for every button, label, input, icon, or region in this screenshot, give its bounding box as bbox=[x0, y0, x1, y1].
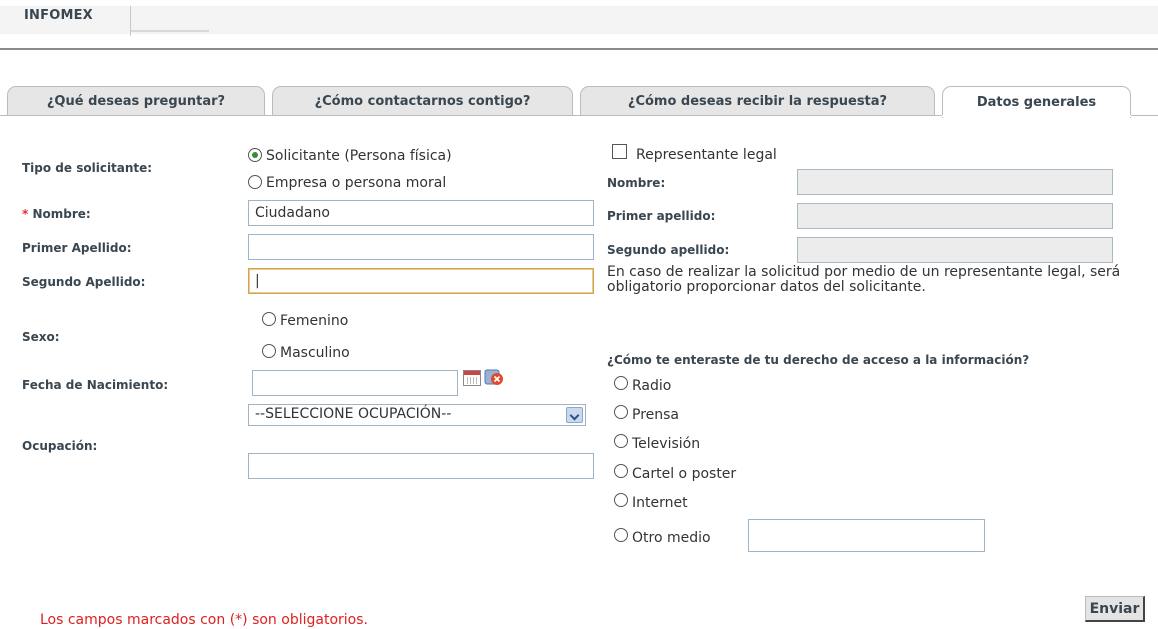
rep-nombre-input bbox=[797, 169, 1113, 195]
representante-legal-checkbox[interactable] bbox=[612, 144, 627, 159]
nombre-input[interactable] bbox=[248, 200, 594, 226]
rep-segundo-apellido-input bbox=[797, 237, 1113, 263]
tab-como-contactarnos[interactable]: ¿Cómo contactarnos contigo? bbox=[272, 86, 573, 116]
enteraste-question: ¿Cómo te enteraste de tu derecho de acce… bbox=[607, 353, 1030, 367]
tipo-persona-fisica-label: Solicitante (Persona física) bbox=[266, 148, 452, 164]
rep-primer-apellido-input bbox=[797, 203, 1113, 229]
ocupacion-select[interactable]: --SELECCIONE OCUPACIÓN-- bbox=[248, 404, 586, 426]
nombre-label: * Nombre: bbox=[22, 207, 91, 221]
segundo-apellido-input[interactable] bbox=[248, 268, 594, 294]
tipo-persona-moral-label: Empresa o persona moral bbox=[266, 175, 447, 191]
enteraste-otro-input[interactable] bbox=[748, 519, 985, 552]
tipo-persona-fisica-radio[interactable] bbox=[248, 148, 262, 162]
ocupacion-label: Ocupación: bbox=[22, 439, 98, 453]
rep-primer-apellido-label: Primer apellido: bbox=[607, 209, 716, 223]
tipo-solicitante-label: Tipo de solicitante: bbox=[22, 161, 153, 175]
app-title: INFOMEX bbox=[24, 8, 93, 23]
rep-segundo-apellido-label: Segundo apellido: bbox=[607, 243, 730, 257]
enteraste-otro-label: Otro medio bbox=[632, 530, 711, 546]
fecha-nacimiento-label: Fecha de Nacimiento: bbox=[22, 378, 169, 392]
segundo-apellido-label: Segundo Apellido: bbox=[22, 275, 146, 289]
rep-nombre-label: Nombre: bbox=[607, 176, 666, 190]
enteraste-otro-radio[interactable] bbox=[614, 528, 628, 542]
enteraste-cartel-radio[interactable] bbox=[614, 464, 628, 478]
enteraste-radio-label: Radio bbox=[632, 378, 672, 394]
sexo-masculino-label: Masculino bbox=[280, 345, 350, 361]
required-fields-note: Los campos marcados con (*) son obligato… bbox=[40, 612, 368, 628]
sexo-masculino-radio[interactable] bbox=[262, 344, 276, 358]
tab-active-gap bbox=[942, 115, 1131, 117]
enteraste-internet-radio[interactable] bbox=[614, 493, 628, 507]
sexo-femenino-label: Femenino bbox=[280, 313, 349, 329]
tab-como-recibir-respuesta[interactable]: ¿Cómo deseas recibir la respuesta? bbox=[580, 86, 935, 116]
enteraste-internet-label: Internet bbox=[632, 495, 688, 511]
enviar-button[interactable]: Enviar bbox=[1085, 596, 1145, 622]
enteraste-prensa-label: Prensa bbox=[632, 407, 680, 423]
enteraste-cartel-label: Cartel o poster bbox=[632, 466, 737, 482]
required-mark: * bbox=[22, 207, 29, 221]
calendar-icon[interactable] bbox=[463, 370, 481, 386]
enteraste-radio-radio[interactable] bbox=[614, 376, 628, 390]
header-tab-underline bbox=[131, 30, 209, 32]
nombre-label-text: Nombre: bbox=[32, 207, 91, 221]
representante-info-text: En caso de realizar la solicitud por med… bbox=[607, 264, 1121, 295]
sexo-label: Sexo: bbox=[22, 330, 60, 344]
enteraste-television-label: Televisión bbox=[632, 436, 701, 452]
chevron-down-icon[interactable] bbox=[566, 407, 583, 423]
enteraste-television-radio[interactable] bbox=[614, 434, 628, 448]
representante-legal-label: Representante legal bbox=[636, 147, 777, 163]
ocupacion-otra-input[interactable] bbox=[248, 453, 594, 479]
tab-que-deseas-preguntar[interactable]: ¿Qué deseas preguntar? bbox=[7, 86, 265, 116]
fecha-nacimiento-input[interactable] bbox=[252, 370, 458, 396]
primer-apellido-input[interactable] bbox=[248, 234, 594, 260]
primer-apellido-label: Primer Apellido: bbox=[22, 241, 132, 255]
ocupacion-select-value: --SELECCIONE OCUPACIÓN-- bbox=[255, 406, 452, 422]
tipo-persona-moral-radio[interactable] bbox=[248, 175, 262, 189]
sexo-femenino-radio[interactable] bbox=[262, 312, 276, 326]
enteraste-prensa-radio[interactable] bbox=[614, 405, 628, 419]
tab-datos-generales[interactable]: Datos generales bbox=[942, 86, 1131, 118]
header-rule bbox=[0, 48, 1158, 50]
clear-date-icon[interactable] bbox=[484, 367, 504, 387]
